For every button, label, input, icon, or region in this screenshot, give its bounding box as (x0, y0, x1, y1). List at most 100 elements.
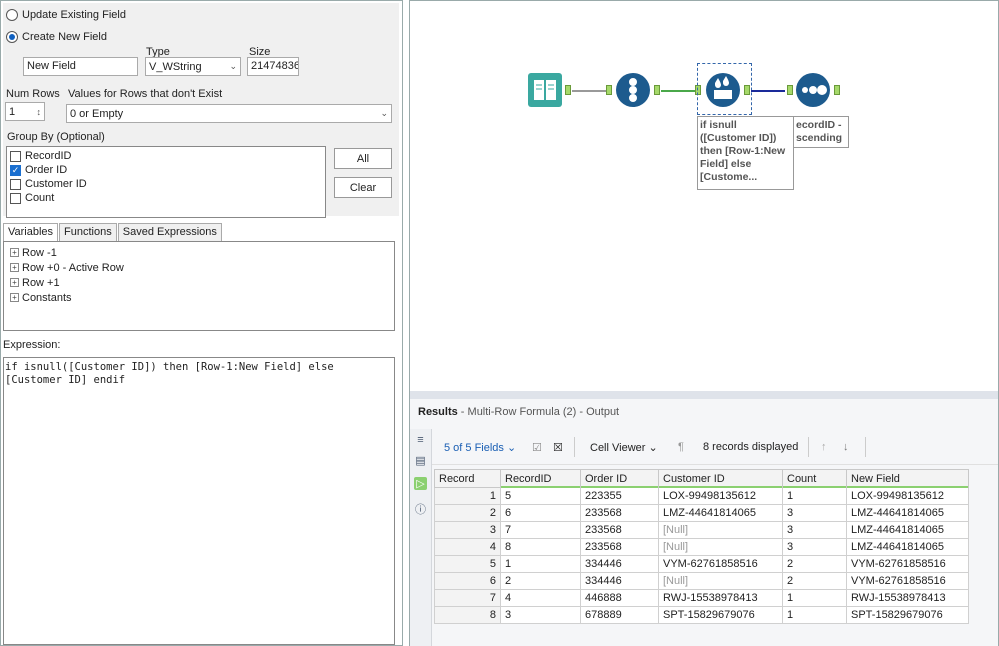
table-cell[interactable]: 2 (500, 572, 581, 590)
expression-editor[interactable]: if isnull([Customer ID]) then [Row-1:New… (3, 357, 395, 645)
table-cell[interactable]: VYM-62761858516 (846, 555, 969, 573)
column-header-new-field[interactable]: New Field (846, 469, 969, 489)
table-cell[interactable]: 2 (434, 504, 501, 522)
table-cell[interactable]: [Null] (658, 538, 783, 556)
check-icon[interactable]: ☑ (532, 441, 542, 454)
group-field-recordid[interactable]: RecordID (7, 149, 325, 163)
table-row[interactable]: 3 7 233568 [Null] 3 LMZ-44641814065 (434, 521, 969, 539)
tab-functions[interactable]: Functions (59, 223, 117, 241)
table-cell[interactable]: VYM-62761858516 (846, 572, 969, 590)
table-cell[interactable]: 1 (782, 589, 847, 607)
table-cell[interactable]: SPT-15829679076 (658, 606, 783, 624)
checkbox-checked-icon[interactable]: ✓ (10, 164, 21, 176)
table-cell[interactable]: LMZ-44641814065 (846, 504, 969, 522)
table-cell[interactable]: 1 (434, 487, 501, 505)
output-anchor[interactable] (834, 85, 840, 95)
fields-selector[interactable]: 5 of 5 Fields ⌄ (444, 441, 516, 454)
clear-button[interactable]: Clear (334, 177, 392, 198)
table-cell[interactable]: 4 (434, 538, 501, 556)
values-select[interactable]: 0 or Empty ⌄ (66, 104, 392, 123)
table-cell[interactable]: 5 (500, 487, 581, 505)
checkbox-icon[interactable] (10, 192, 21, 204)
output-anchor[interactable] (565, 85, 571, 95)
list-icon[interactable]: ≡ (414, 434, 427, 447)
type-select[interactable]: V_WString ⌄ (145, 57, 241, 76)
group-by-list[interactable]: RecordID ✓ Order ID Customer ID Count (6, 146, 326, 218)
table-cell[interactable]: 3 (782, 504, 847, 522)
tree-item-row-plus-1[interactable]: + Row +1 (4, 275, 394, 290)
group-field-count[interactable]: Count (7, 191, 325, 205)
column-header-recordid[interactable]: RecordID (500, 469, 581, 489)
table-cell[interactable]: 1 (782, 606, 847, 624)
tree-item-row-minus-1[interactable]: + Row -1 (4, 245, 394, 260)
column-header-count[interactable]: Count (782, 469, 847, 489)
tree-item-row-active[interactable]: + Row +0 - Active Row (4, 260, 394, 275)
table-row[interactable]: 2 6 233568 LMZ-44641814065 3 LMZ-44641814065 (434, 504, 969, 522)
table-cell[interactable]: 1 (782, 487, 847, 505)
table-cell[interactable]: LMZ-44641814065 (846, 521, 969, 539)
table-row[interactable]: 1 5 223355 LOX-99498135612 1 LOX-99498135612 (434, 487, 969, 505)
table-icon[interactable]: ▤ (414, 454, 427, 467)
arrow-down-icon[interactable]: ↓ (843, 441, 849, 453)
table-cell[interactable]: VYM-62761858516 (658, 555, 783, 573)
table-row[interactable]: 4 8 233568 [Null] 3 LMZ-44641814065 (434, 538, 969, 556)
tab-saved-expressions[interactable]: Saved Expressions (117, 223, 222, 241)
size-input[interactable]: 21474836 (247, 57, 299, 76)
table-cell[interactable]: 7 (434, 589, 501, 607)
output-anchor[interactable] (654, 85, 660, 95)
cell-viewer-button[interactable]: Cell Viewer ⌄ (590, 441, 658, 454)
table-cell[interactable]: SPT-15829679076 (846, 606, 969, 624)
table-cell[interactable]: [Null] (658, 521, 783, 539)
tab-variables[interactable]: Variables (3, 223, 59, 242)
table-cell[interactable]: 3 (500, 606, 581, 624)
pilcrow-icon[interactable]: ¶ (678, 441, 684, 453)
table-cell[interactable]: RWJ-15538978413 (846, 589, 969, 607)
table-cell[interactable]: 6 (500, 504, 581, 522)
column-header-customer-id[interactable]: Customer ID (658, 469, 783, 489)
stepper-arrows-icon[interactable]: ↕ (37, 107, 42, 117)
table-cell[interactable]: 334446 (580, 555, 659, 573)
table-cell[interactable]: 446888 (580, 589, 659, 607)
expand-icon[interactable]: + (10, 263, 19, 272)
panel-splitter[interactable] (410, 391, 998, 399)
workflow-canvas[interactable]: if isnull ([Customer ID]) then [Row-1:Ne… (410, 1, 998, 391)
sort-tool[interactable] (796, 73, 830, 107)
table-cell[interactable]: 1 (500, 555, 581, 573)
help-icon[interactable]: ⓘ (414, 501, 427, 516)
field-name-input[interactable]: New Field (23, 57, 138, 76)
table-cell[interactable]: 2 (782, 555, 847, 573)
record-id-tool[interactable] (616, 73, 650, 107)
table-cell[interactable]: 7 (500, 521, 581, 539)
table-row[interactable]: 8 3 678889 SPT-15829679076 1 SPT-15829679076 (434, 606, 969, 624)
table-cell[interactable]: 8 (434, 606, 501, 624)
input-anchor[interactable] (606, 85, 612, 95)
output-anchor[interactable] (744, 85, 750, 95)
column-header-order-id[interactable]: Order ID (580, 469, 659, 489)
table-cell[interactable]: 233568 (580, 538, 659, 556)
table-row[interactable]: 7 4 446888 RWJ-15538978413 1 RWJ-15538978413 (434, 589, 969, 607)
table-cell[interactable]: 6 (434, 572, 501, 590)
expand-icon[interactable]: + (10, 293, 19, 302)
table-cell[interactable]: 678889 (580, 606, 659, 624)
input-data-tool[interactable] (528, 73, 562, 107)
table-cell[interactable]: LMZ-44641814065 (658, 504, 783, 522)
table-cell[interactable]: LOX-99498135612 (658, 487, 783, 505)
update-existing-radio[interactable]: Update Existing Field (6, 9, 126, 21)
table-cell[interactable]: 233568 (580, 504, 659, 522)
anchor-output-icon[interactable]: ▷ (414, 477, 427, 490)
table-cell[interactable]: 5 (434, 555, 501, 573)
table-cell[interactable]: 3 (782, 538, 847, 556)
checkbox-icon[interactable] (10, 150, 21, 162)
table-cell[interactable]: LOX-99498135612 (846, 487, 969, 505)
multi-row-formula-tool[interactable] (706, 73, 740, 107)
expand-icon[interactable]: + (10, 278, 19, 287)
all-button[interactable]: All (334, 148, 392, 169)
table-row[interactable]: 5 1 334446 VYM-62761858516 2 VYM-62761858516 (434, 555, 969, 573)
table-cell[interactable]: 223355 (580, 487, 659, 505)
create-new-radio[interactable]: Create New Field (6, 31, 107, 43)
table-cell[interactable]: LMZ-44641814065 (846, 538, 969, 556)
table-cell[interactable]: 3 (782, 521, 847, 539)
column-header-record[interactable]: Record (434, 469, 501, 488)
group-field-customer-id[interactable]: Customer ID (7, 177, 325, 191)
table-row[interactable]: 6 2 334446 [Null] 2 VYM-62761858516 (434, 572, 969, 590)
